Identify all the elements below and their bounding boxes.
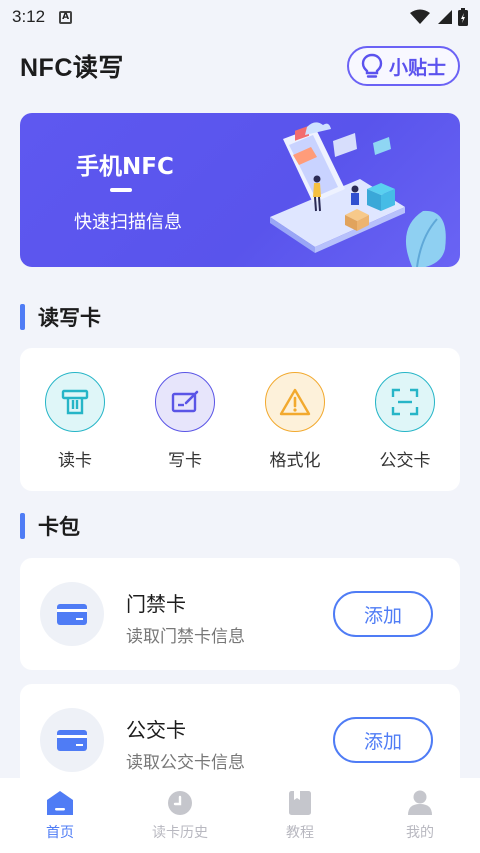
tool-bus-card[interactable]: 公交卡 bbox=[350, 348, 460, 491]
card-description: 读取门禁卡信息 bbox=[126, 627, 245, 647]
tab-tutorial[interactable]: 教程 bbox=[240, 778, 360, 853]
lightbulb-icon bbox=[361, 53, 383, 78]
clock-icon bbox=[168, 791, 192, 815]
tool-read-label: 读卡 bbox=[58, 451, 92, 471]
battery-icon bbox=[458, 8, 468, 26]
section-marker bbox=[20, 304, 25, 330]
nfc-banner[interactable]: 手机NFC 快速扫描信息 bbox=[20, 113, 460, 267]
card-reader-icon bbox=[61, 389, 89, 415]
banner-subtitle: 快速扫描信息 bbox=[74, 212, 182, 233]
scan-icon bbox=[391, 388, 419, 416]
page-title: NFC读写 bbox=[20, 54, 124, 82]
section-read-write: 读写卡 bbox=[20, 302, 101, 332]
tools-card: 读卡 写卡 格式化 公交卡 bbox=[20, 348, 460, 491]
tab-home[interactable]: 首页 bbox=[0, 778, 120, 853]
status-time: 3:12 bbox=[12, 7, 46, 26]
card-item-access: 门禁卡 读取门禁卡信息 添加 bbox=[20, 558, 460, 670]
tips-label: 小贴士 bbox=[388, 56, 446, 79]
app-header: NFC读写 小贴士 bbox=[20, 44, 460, 88]
banner-title: 手机NFC bbox=[76, 154, 174, 180]
tab-tutorial-label: 教程 bbox=[286, 825, 314, 841]
tab-mine[interactable]: 我的 bbox=[360, 778, 480, 853]
tips-button[interactable]: 小贴士 bbox=[346, 46, 460, 86]
warning-icon bbox=[279, 388, 311, 416]
add-bus-card-button[interactable]: 添加 bbox=[333, 717, 433, 763]
tool-bus-label: 公交卡 bbox=[379, 451, 431, 471]
tool-format-label: 格式化 bbox=[269, 451, 321, 471]
card-avatar bbox=[40, 708, 104, 772]
tool-bus-circle bbox=[375, 372, 435, 432]
card-name: 门禁卡 bbox=[126, 592, 186, 616]
add-access-card-button[interactable]: 添加 bbox=[333, 591, 433, 637]
notification-a-icon: A bbox=[59, 10, 73, 24]
tab-mine-label: 我的 bbox=[406, 825, 434, 841]
write-card-icon bbox=[171, 390, 199, 413]
tool-write-card[interactable]: 写卡 bbox=[130, 348, 240, 491]
status-bar: 3:12 A bbox=[0, 0, 480, 34]
tool-write-label: 写卡 bbox=[168, 451, 202, 471]
credit-card-icon bbox=[57, 604, 87, 625]
card-name: 公交卡 bbox=[126, 718, 186, 742]
tool-read-circle bbox=[45, 372, 105, 432]
section-wallet: 卡包 bbox=[20, 511, 80, 541]
tool-write-circle bbox=[155, 372, 215, 432]
tab-home-label: 首页 bbox=[46, 825, 74, 841]
section-title-wallet: 卡包 bbox=[38, 515, 80, 539]
status-icons bbox=[410, 8, 468, 26]
section-title-read-write: 读写卡 bbox=[38, 306, 101, 330]
tool-read-card[interactable]: 读卡 bbox=[20, 348, 130, 491]
tool-format-card[interactable]: 格式化 bbox=[240, 348, 350, 491]
card-description: 读取公交卡信息 bbox=[126, 753, 245, 773]
wifi-icon bbox=[410, 9, 430, 24]
bottom-tab-bar: 首页 读卡历史 教程 我的 bbox=[0, 778, 480, 853]
card-avatar bbox=[40, 582, 104, 646]
signal-icon bbox=[438, 10, 452, 24]
home-icon bbox=[47, 791, 73, 815]
book-icon bbox=[289, 791, 311, 815]
credit-card-icon bbox=[57, 730, 87, 751]
user-icon bbox=[408, 790, 432, 815]
tab-history-label: 读卡历史 bbox=[152, 825, 208, 841]
section-marker bbox=[20, 513, 25, 539]
tool-format-circle bbox=[265, 372, 325, 432]
banner-divider bbox=[110, 188, 132, 192]
banner-illustration bbox=[270, 122, 446, 267]
tab-history[interactable]: 读卡历史 bbox=[120, 778, 240, 853]
